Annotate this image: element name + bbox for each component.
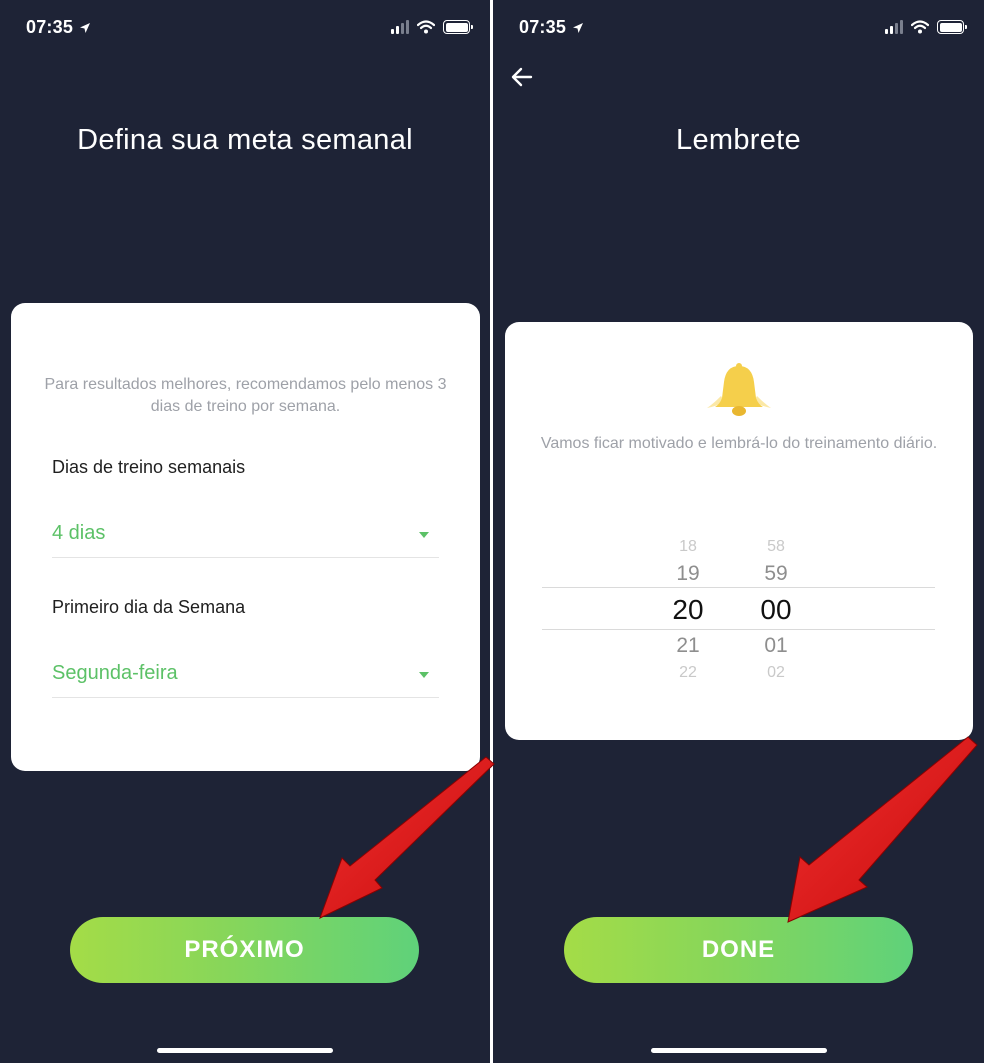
hour-option[interactable]: 19 bbox=[658, 562, 718, 586]
picker-selection-line-bottom bbox=[542, 629, 935, 630]
wifi-icon bbox=[417, 20, 435, 34]
status-bar: 07:35 bbox=[493, 16, 984, 42]
hour-wheel[interactable]: 18 19 20 21 22 bbox=[658, 532, 718, 692]
bell-icon bbox=[707, 363, 771, 416]
first-day-select[interactable]: Segunda-feira bbox=[52, 654, 439, 698]
first-day-label: Primeiro dia da Semana bbox=[52, 597, 246, 617]
home-indicator bbox=[650, 1048, 827, 1053]
weekly-goal-card: Para resultados melhores, recomendamos p… bbox=[11, 303, 480, 771]
signal-icon bbox=[885, 20, 903, 34]
minute-option[interactable]: 01 bbox=[746, 634, 806, 658]
status-time: 07:35 bbox=[26, 17, 91, 38]
hour-option[interactable]: 22 bbox=[658, 666, 718, 682]
minute-selected[interactable]: 00 bbox=[746, 594, 806, 626]
minute-option[interactable]: 58 bbox=[746, 534, 806, 552]
status-time-text: 07:35 bbox=[26, 17, 74, 37]
location-arrow-icon bbox=[573, 22, 584, 33]
next-button[interactable]: PRÓXIMO bbox=[70, 917, 419, 983]
hour-option[interactable]: 18 bbox=[658, 534, 718, 552]
page-title: Lembrete bbox=[676, 124, 801, 156]
reminder-text: Vamos ficar motivado e lembrá-lo do trei… bbox=[540, 435, 938, 452]
minute-option[interactable]: 59 bbox=[746, 562, 806, 586]
battery-icon bbox=[937, 20, 967, 34]
caret-down-icon bbox=[419, 532, 429, 538]
done-button[interactable]: DONE bbox=[564, 917, 913, 983]
training-days-select[interactable]: 4 dias bbox=[52, 514, 439, 558]
wifi-icon bbox=[911, 20, 929, 34]
battery-icon bbox=[443, 20, 473, 34]
home-indicator bbox=[157, 1048, 333, 1053]
page-title: Defina sua meta semanal bbox=[77, 124, 413, 156]
weekly-goal-screen: 07:35 Defina sua meta semanal Para resul… bbox=[0, 0, 490, 1063]
reminder-screen: 07:35 Lembrete Vamos ficar motivado e le… bbox=[493, 0, 984, 1063]
status-time: 07:35 bbox=[519, 17, 584, 38]
hour-selected[interactable]: 20 bbox=[658, 594, 718, 626]
training-days-value: 4 dias bbox=[52, 522, 106, 544]
minute-wheel[interactable]: 58 59 00 01 02 bbox=[746, 532, 806, 692]
training-days-label: Dias de treino semanais bbox=[52, 457, 246, 477]
time-picker[interactable]: 18 19 20 21 22 58 59 00 01 02 bbox=[542, 532, 935, 692]
back-arrow-icon[interactable] bbox=[509, 64, 535, 90]
status-icons bbox=[391, 20, 473, 34]
first-day-value: Segunda-feira bbox=[52, 662, 178, 684]
minute-option[interactable]: 02 bbox=[746, 666, 806, 682]
status-icons bbox=[885, 20, 967, 34]
recommendation-text: Para resultados melhores, recomendamos p… bbox=[44, 376, 447, 415]
status-time-text: 07:35 bbox=[519, 17, 567, 37]
hour-option[interactable]: 21 bbox=[658, 634, 718, 658]
signal-icon bbox=[391, 20, 409, 34]
caret-down-icon bbox=[419, 672, 429, 678]
location-arrow-icon bbox=[80, 22, 91, 33]
reminder-card: Vamos ficar motivado e lembrá-lo do trei… bbox=[505, 322, 973, 740]
status-bar: 07:35 bbox=[0, 16, 490, 42]
picker-selection-line-top bbox=[542, 587, 935, 588]
